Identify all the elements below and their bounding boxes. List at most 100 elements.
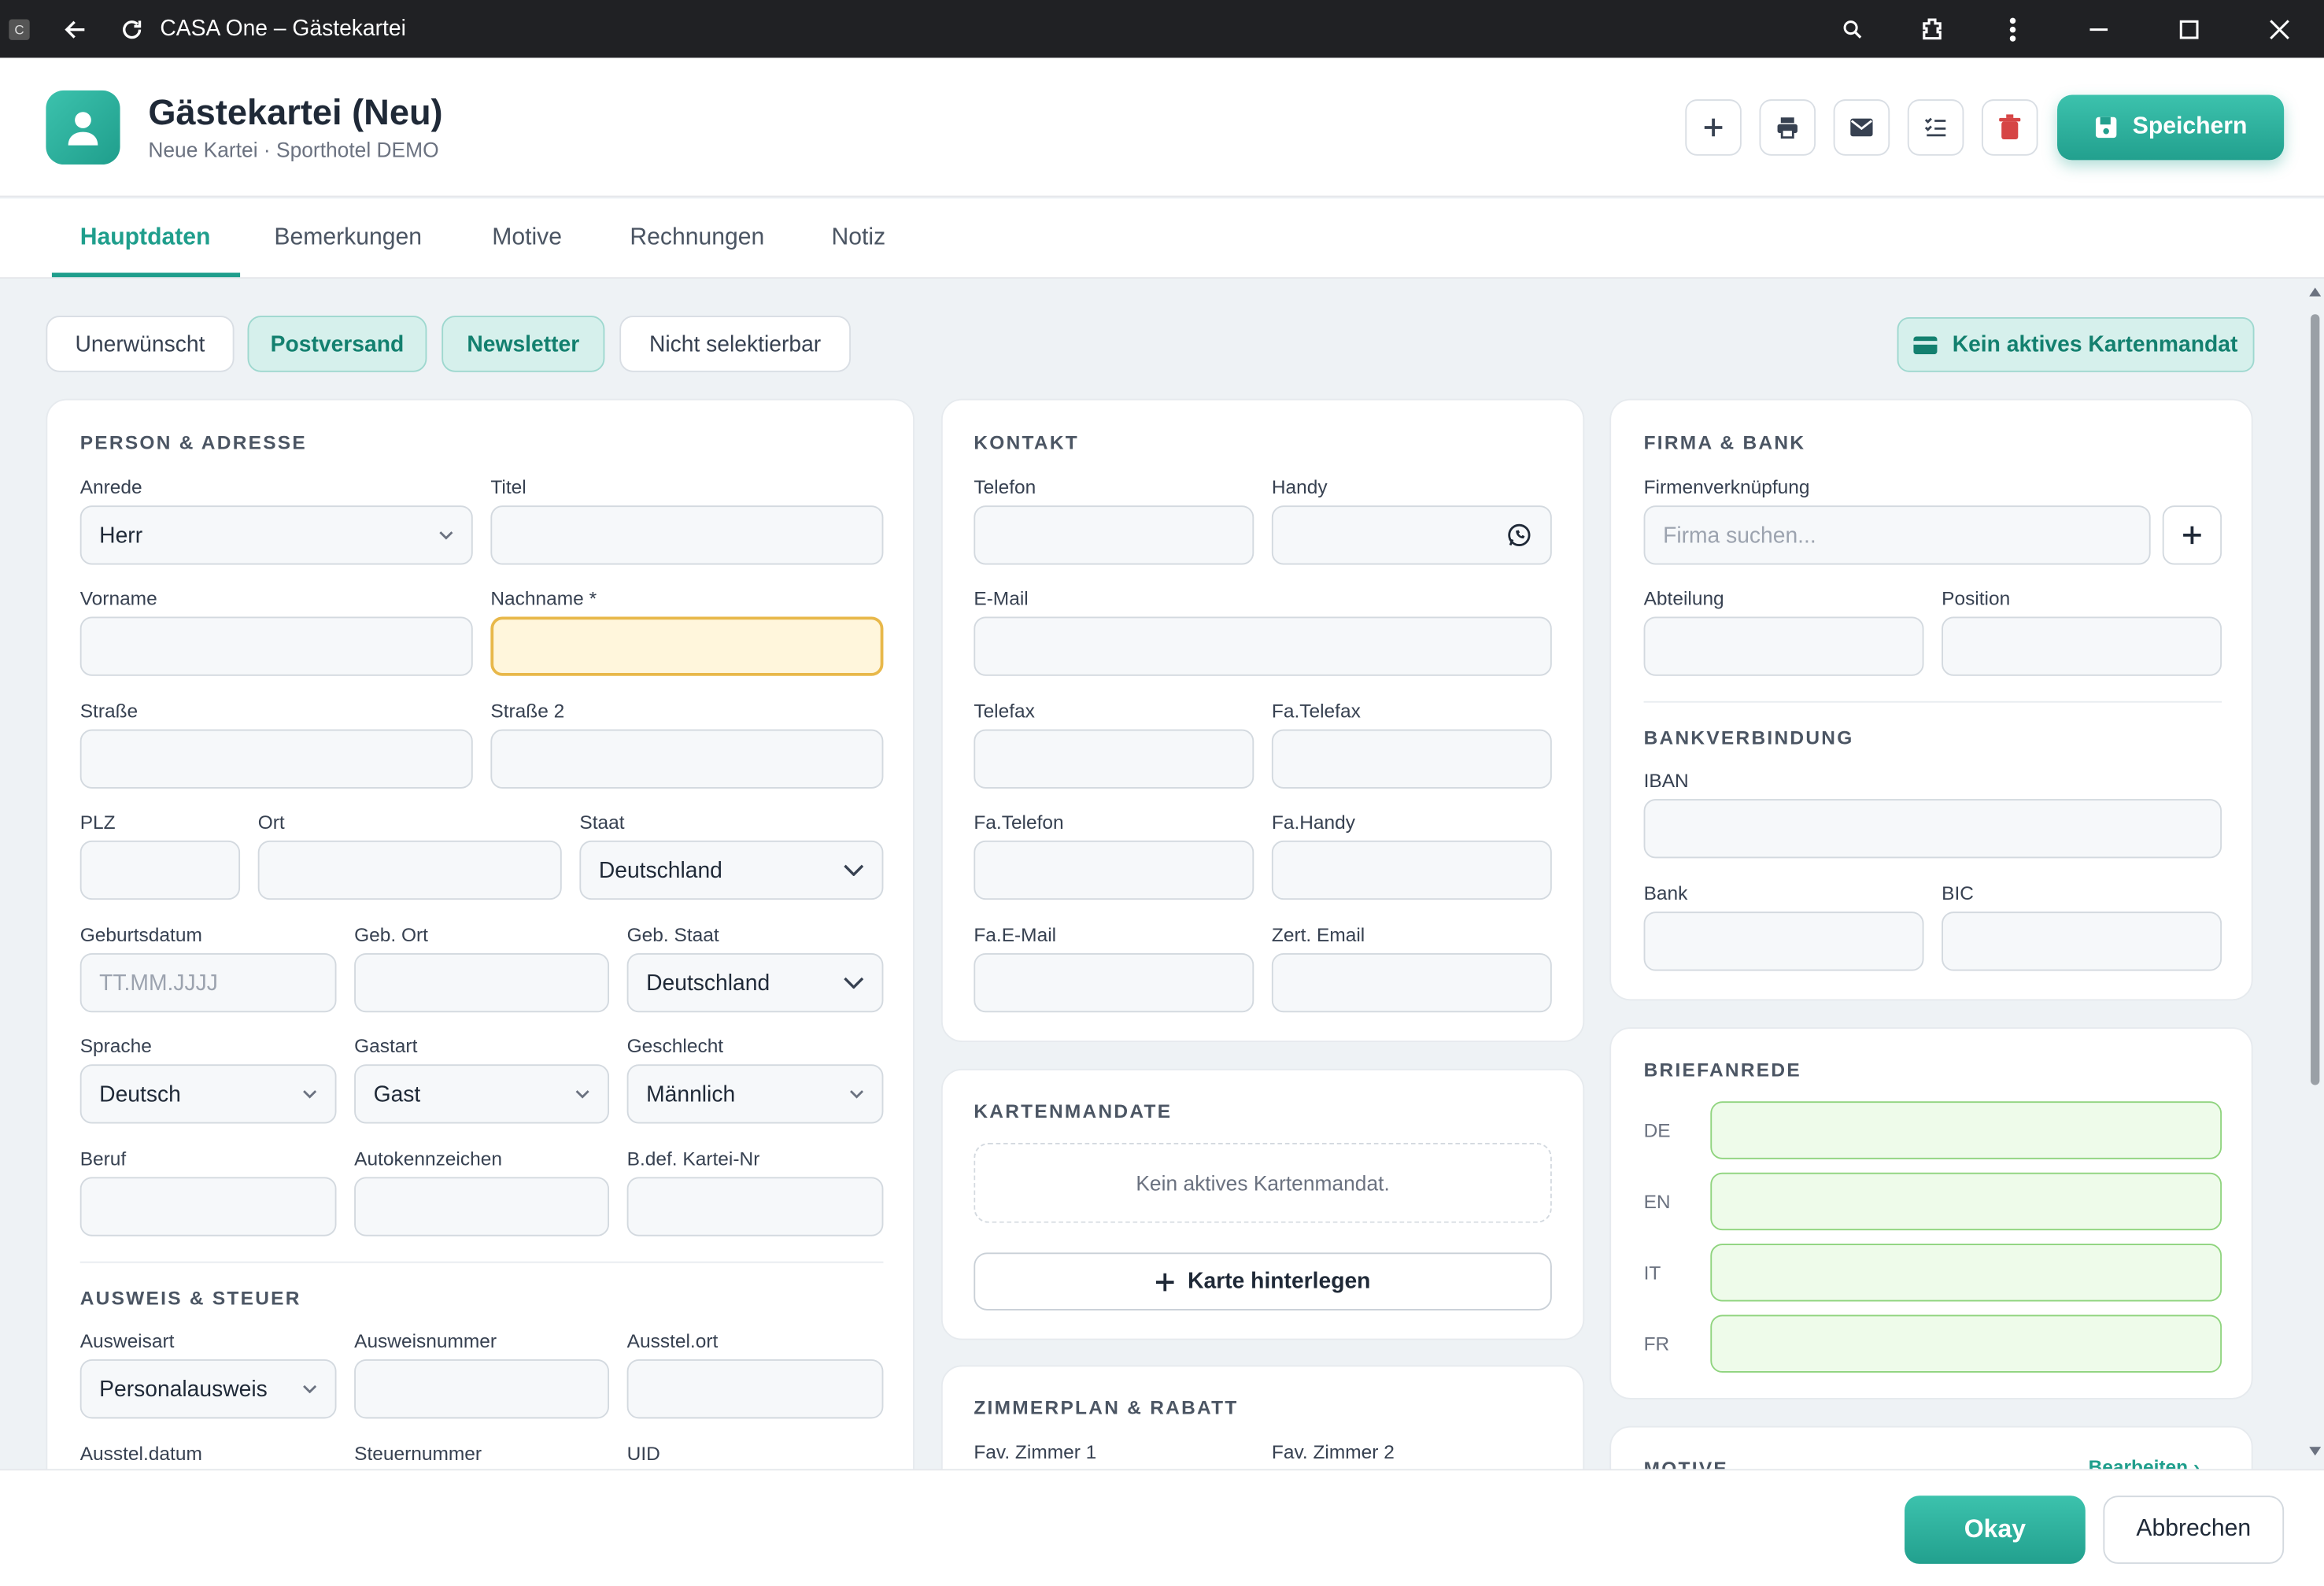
salutation-it-input[interactable] <box>1710 1244 2222 1302</box>
vorname-input[interactable] <box>79 616 473 676</box>
position-input[interactable] <box>1942 616 2222 676</box>
save-button-label: Speichern <box>2132 114 2248 140</box>
add-card-button[interactable]: Karte hinterlegen <box>974 1252 1552 1311</box>
geburtsdatum-input[interactable]: TT.MM.JJJJ <box>79 952 337 1013</box>
plus-icon <box>2183 526 2201 545</box>
staat-label: Staat <box>579 811 625 834</box>
strasse-input[interactable] <box>79 729 473 789</box>
chevron-down-icon <box>575 1090 589 1099</box>
person-address-card: PERSON & ADRESSE Anrede Herr Titel Vorna… <box>46 398 914 1496</box>
anrede-select[interactable]: Herr <box>79 505 473 565</box>
minimize-icon[interactable] <box>2052 0 2143 57</box>
fa-telefon-label: Fa.Telefon <box>974 811 1064 834</box>
abteilung-input[interactable] <box>1643 616 1924 676</box>
fav-zimmer1-label: Fav. Zimmer 1 <box>974 1440 1097 1463</box>
more-menu-icon[interactable] <box>1973 0 2053 57</box>
add-card-label: Karte hinterlegen <box>1188 1269 1371 1295</box>
scroll-up-icon[interactable] <box>2309 287 2322 297</box>
tab-rechnungen[interactable]: Rechnungen <box>630 198 764 279</box>
reload-icon[interactable] <box>109 0 153 57</box>
strasse2-input[interactable] <box>490 729 884 789</box>
fav-zimmer2-label: Fav. Zimmer 2 <box>1271 1440 1395 1463</box>
geb-staat-label: Geb. Staat <box>626 923 719 946</box>
fa-email-input[interactable] <box>974 952 1254 1013</box>
gastart-select[interactable]: Gast <box>354 1064 610 1124</box>
scroll-thumb[interactable] <box>2311 314 2320 1085</box>
dialog-footer: Okay Abbrechen <box>0 1469 2324 1586</box>
fa-telefon-input[interactable] <box>974 840 1254 900</box>
chip-postversand[interactable]: Postversand <box>247 316 427 372</box>
fa-handy-label: Fa.Handy <box>1271 811 1356 834</box>
print-icon[interactable] <box>1759 99 1816 156</box>
mandate-status-button[interactable]: Kein aktives Kartenmandat <box>1897 317 2255 372</box>
geschlecht-select[interactable]: Männlich <box>626 1064 884 1124</box>
uid-label: UID <box>626 1442 660 1465</box>
whatsapp-icon[interactable] <box>1506 522 1532 549</box>
mail-icon[interactable] <box>1833 99 1890 156</box>
ausweisart-select[interactable]: Personalausweis <box>79 1359 337 1419</box>
section-title: KONTAKT <box>974 431 1080 454</box>
scrollbar[interactable] <box>2306 282 2324 1468</box>
nachname-input[interactable] <box>490 616 884 676</box>
page-subtitle: Neue Kartei · Sporthotel DEMO <box>148 138 439 162</box>
bdef-kartei-nr-input[interactable] <box>626 1177 884 1237</box>
geb-ort-input[interactable] <box>354 952 610 1013</box>
autokennzeichen-input[interactable] <box>354 1177 610 1237</box>
tab-notiz[interactable]: Notiz <box>832 198 886 279</box>
iban-input[interactable] <box>1643 799 2222 859</box>
active-tab-indicator <box>51 272 241 278</box>
telefon-input[interactable] <box>974 505 1254 565</box>
tab-bemerkungen[interactable]: Bemerkungen <box>274 198 422 279</box>
zert-email-input[interactable] <box>1271 952 1552 1013</box>
chevron-down-icon <box>844 864 864 877</box>
bank-label: Bank <box>1643 882 1688 904</box>
salutation-fr-input[interactable] <box>1710 1314 2222 1373</box>
add-icon[interactable] <box>1685 99 1742 156</box>
plz-input[interactable] <box>79 840 241 900</box>
company-search-input[interactable]: Firma suchen... <box>1643 505 2151 565</box>
ausstelort-label: Ausstel.ort <box>626 1329 719 1352</box>
maximize-icon[interactable] <box>2143 0 2233 57</box>
sprache-select[interactable]: Deutsch <box>79 1064 337 1124</box>
chip-newsletter[interactable]: Newsletter <box>442 316 605 372</box>
cancel-button[interactable]: Abbrechen <box>2103 1495 2285 1564</box>
beruf-input[interactable] <box>79 1177 337 1237</box>
scroll-down-icon[interactable] <box>2309 1447 2322 1456</box>
tab-hauptdaten[interactable]: Hauptdaten <box>80 198 211 279</box>
fa-handy-input[interactable] <box>1271 840 1552 900</box>
trash-icon[interactable] <box>1981 99 2038 156</box>
lang-fr-label: FR <box>1643 1333 1670 1355</box>
telefax-input[interactable] <box>974 729 1254 789</box>
ausweisnummer-label: Ausweisnummer <box>354 1329 497 1352</box>
close-icon[interactable] <box>2233 0 2324 57</box>
salutation-en-input[interactable] <box>1710 1172 2222 1231</box>
fa-telefax-input[interactable] <box>1271 729 1552 789</box>
extensions-icon[interactable] <box>1893 0 1973 57</box>
zoom-icon[interactable] <box>1812 0 1893 57</box>
titel-input[interactable] <box>490 505 884 565</box>
chip-nicht-selektierbar[interactable]: Nicht selektierbar <box>619 316 852 372</box>
geb-staat-select[interactable]: Deutschland <box>626 952 884 1013</box>
section-title: AUSWEIS & STEUER <box>79 1286 301 1309</box>
back-icon[interactable] <box>54 0 98 57</box>
bic-input[interactable] <box>1942 911 2222 971</box>
save-button[interactable]: Speichern <box>2057 94 2285 161</box>
credit-card-icon <box>1913 335 1938 354</box>
tab-motive[interactable]: Motive <box>492 198 562 279</box>
email-input[interactable] <box>974 616 1552 676</box>
ausstelort-input[interactable] <box>626 1359 884 1419</box>
chevron-down-icon <box>439 531 453 540</box>
add-company-button[interactable] <box>2162 505 2222 565</box>
okay-button[interactable]: Okay <box>1905 1495 2086 1564</box>
window-titlebar: C CASA One – Gästekartei <box>0 0 2324 58</box>
nachname-label: Nachname * <box>490 586 597 610</box>
staat-select[interactable]: Deutschland <box>579 840 884 900</box>
bank-input[interactable] <box>1643 911 1924 971</box>
salutation-de-input[interactable] <box>1710 1101 2222 1159</box>
handy-input[interactable] <box>1271 505 1552 565</box>
checklist-icon[interactable] <box>1907 99 1964 156</box>
mandate-status-label: Kein aktives Kartenmandat <box>1952 331 2238 357</box>
ausweisnummer-input[interactable] <box>354 1359 610 1419</box>
ort-input[interactable] <box>257 840 562 900</box>
chip-unerwuenscht[interactable]: Unerwünscht <box>46 316 235 372</box>
